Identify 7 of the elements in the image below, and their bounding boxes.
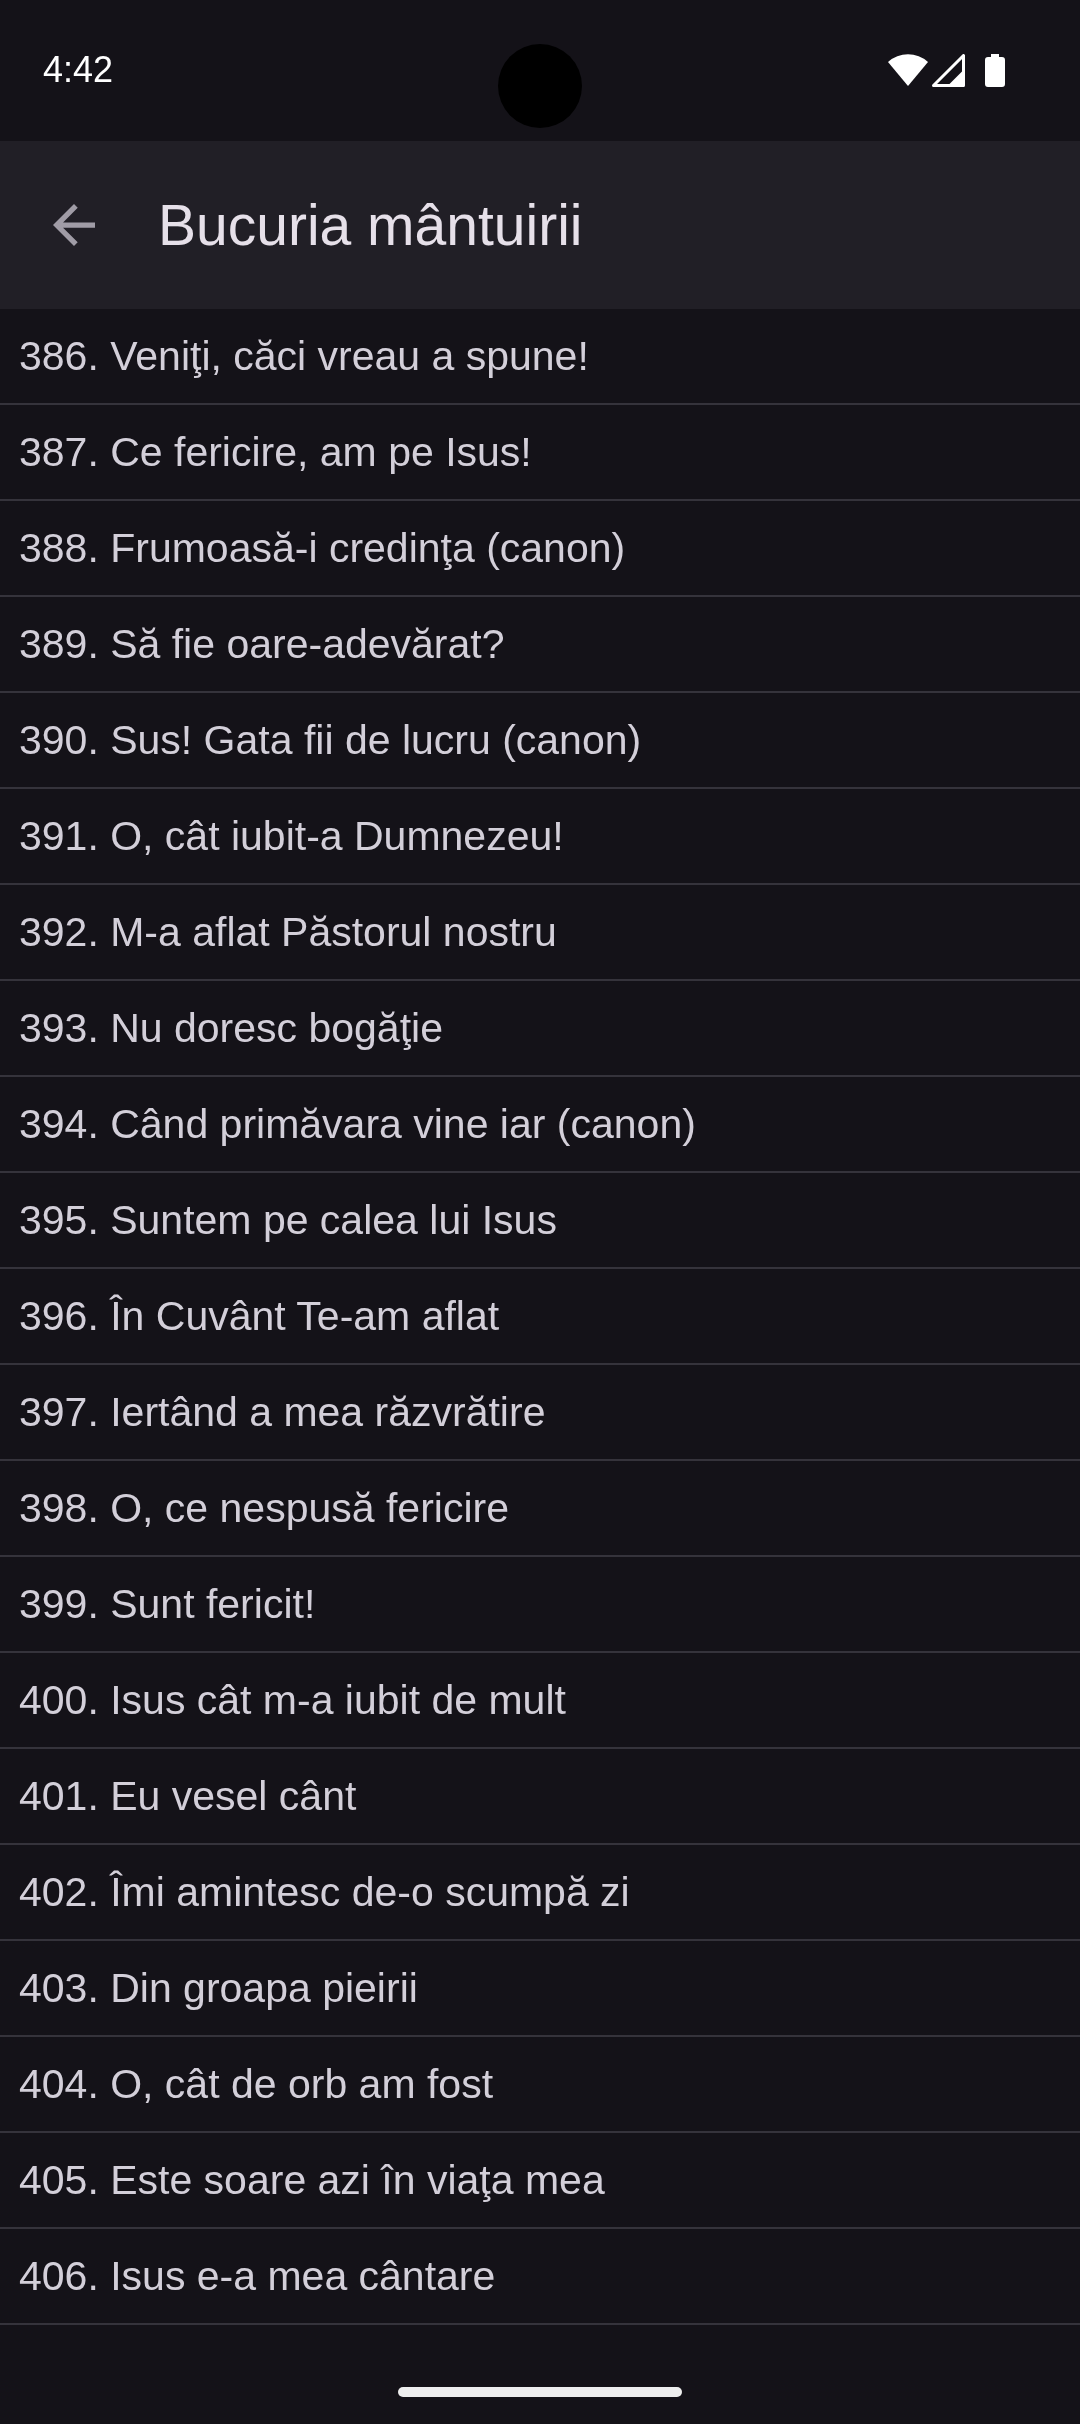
signal-icon bbox=[932, 53, 965, 87]
camera-cutout-icon bbox=[498, 44, 582, 128]
status-time: 4:42 bbox=[43, 51, 114, 88]
back-arrow-icon bbox=[53, 204, 95, 246]
screen-title: Bucuria mântuirii bbox=[158, 191, 583, 259]
wifi-icon bbox=[888, 54, 928, 86]
battery-icon bbox=[985, 53, 1005, 87]
